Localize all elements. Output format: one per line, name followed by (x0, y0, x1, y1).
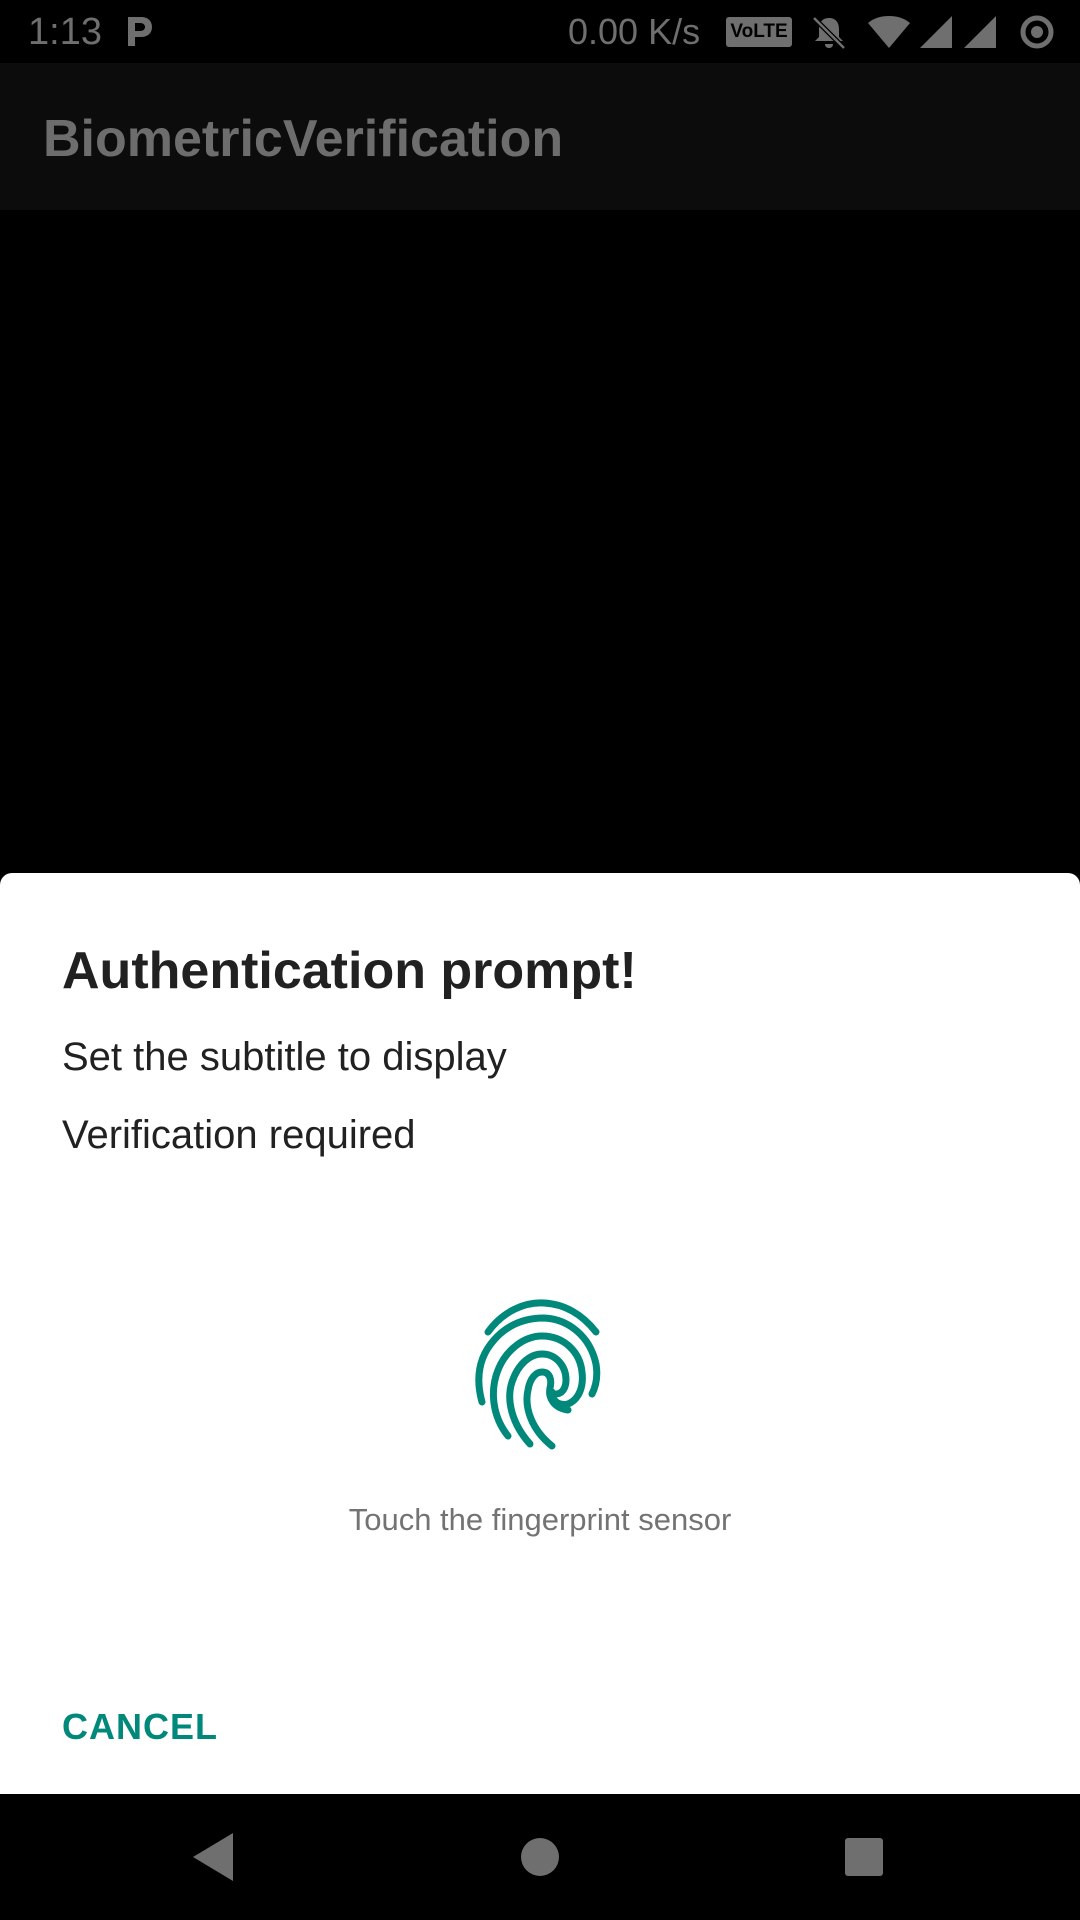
signal-2-icon (964, 16, 996, 48)
biometric-prompt-dialog: Authentication prompt! Set the subtitle … (0, 873, 1080, 1794)
back-icon[interactable] (185, 1827, 245, 1887)
notifications-muted-icon (812, 16, 846, 50)
sync-icon (1020, 15, 1054, 49)
network-speed: 0.00 K/s (568, 11, 701, 52)
volte-icon: VoLTE (726, 17, 792, 47)
app-bar: BiometricVerification (0, 63, 1080, 210)
wifi-icon (868, 16, 910, 48)
status-time: 1:13 (28, 11, 102, 53)
signal-1-icon (920, 16, 952, 48)
fingerprint-icon (475, 1299, 601, 1450)
dialog-title: Authentication prompt! (62, 942, 637, 1000)
dialog-subtitle: Set the subtitle to display (62, 1035, 507, 1079)
parking-app-icon (128, 17, 152, 46)
recents-icon[interactable] (834, 1827, 894, 1887)
status-bar: 1:13 0.00 K/s VoLTE (0, 0, 1080, 63)
home-icon[interactable] (510, 1827, 570, 1887)
screen: 1:13 0.00 K/s VoLTE BiometricVerificatio… (0, 0, 1080, 1920)
fingerprint-status-text: Touch the fingerprint sensor (348, 1502, 732, 1537)
dialog-description: Verification required (62, 1113, 416, 1157)
cancel-button[interactable]: CANCEL (48, 1697, 232, 1757)
app-title: BiometricVerification (43, 110, 564, 168)
navigation-bar (0, 1794, 1080, 1920)
